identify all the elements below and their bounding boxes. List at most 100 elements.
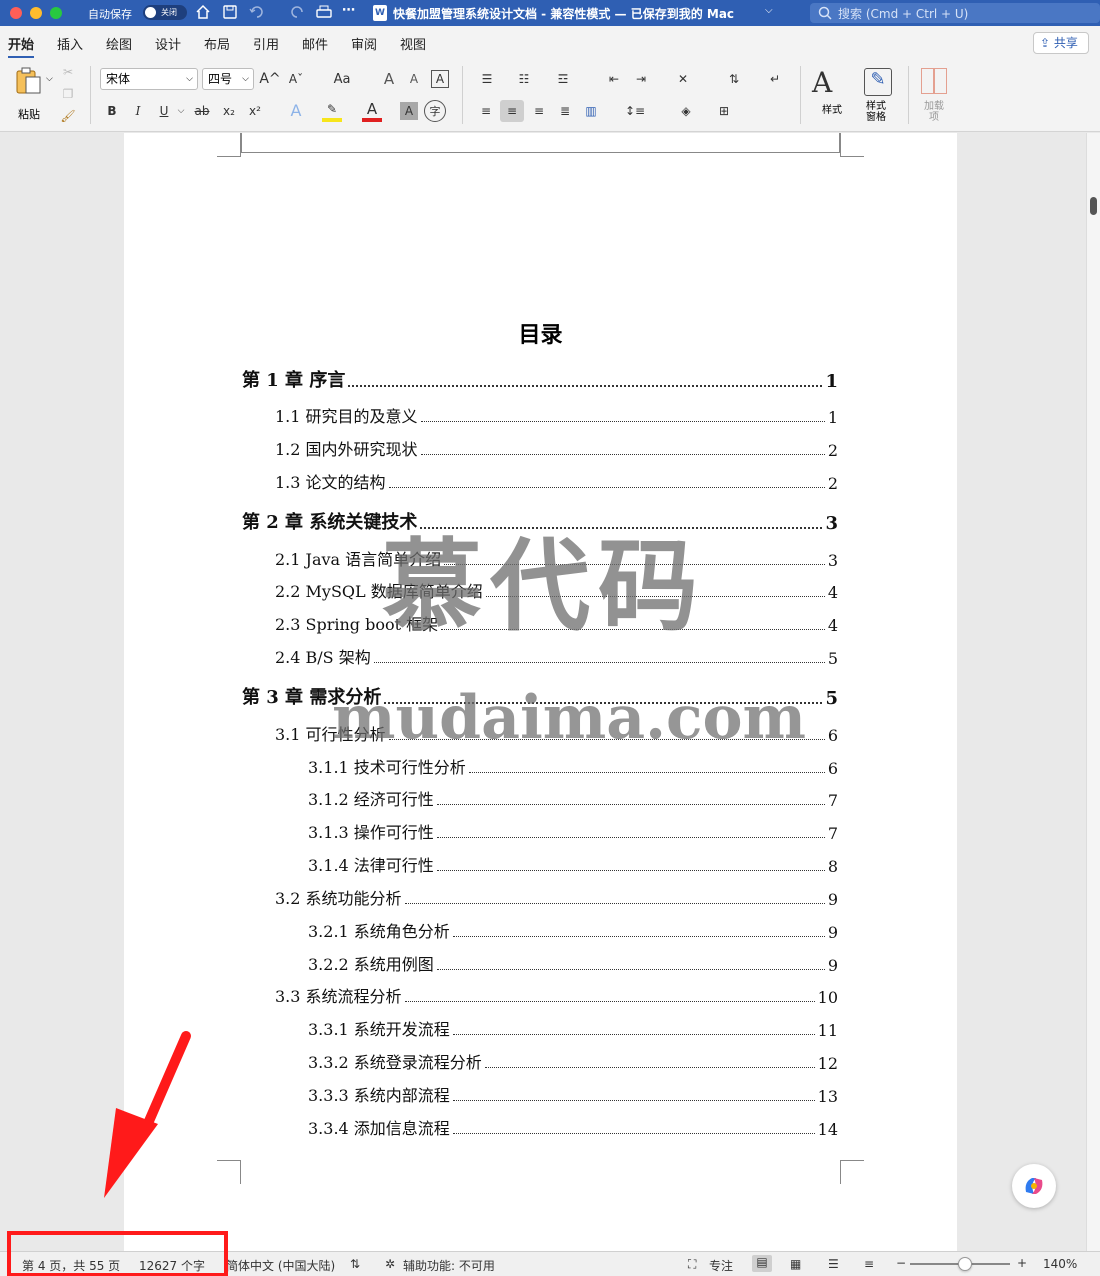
accessibility-status[interactable]: 辅助功能: 不可用 — [403, 1257, 495, 1274]
word-count[interactable]: 12627 个字 — [139, 1257, 205, 1274]
title-chevron-down-icon[interactable]: ⌵ — [765, 5, 773, 16]
subscript-button[interactable]: x₂ — [220, 102, 238, 120]
tab-references[interactable]: 引用 — [253, 34, 279, 53]
tab-draw[interactable]: 绘图 — [106, 34, 132, 53]
toc-section-entry[interactable]: 3.3.3 系统内部流程 13 — [308, 1084, 838, 1106]
font-color-icon[interactable]: A — [362, 100, 382, 122]
char-shading-icon[interactable]: A — [400, 102, 418, 120]
outline-icon[interactable]: ☰ — [828, 1257, 839, 1271]
text-effects-icon[interactable]: A — [286, 100, 306, 120]
draft-icon[interactable]: ≡ — [864, 1257, 874, 1271]
numbering-icon[interactable]: ☷ — [512, 70, 536, 88]
more-icon[interactable]: ⋯ — [342, 3, 355, 18]
redo-icon[interactable] — [289, 4, 305, 20]
char-border-button[interactable]: A — [431, 70, 449, 88]
font-name-select[interactable]: 宋体 ⌵ — [100, 68, 198, 90]
print-layout-icon[interactable]: ▤ — [752, 1255, 772, 1272]
page-count[interactable]: 第 4 页，共 55 页 — [22, 1257, 120, 1274]
underline-button[interactable]: U — [156, 102, 172, 120]
zoom-in-button[interactable]: + — [1017, 1256, 1027, 1270]
toc-section-entry[interactable]: 3.2 系统功能分析 9 — [275, 887, 838, 909]
clear-format-icon[interactable]: A — [379, 70, 399, 88]
toc-section-entry[interactable]: 3.1.4 法律可行性 8 — [308, 854, 838, 876]
search-input[interactable]: 搜索 (Cmd + Ctrl + U) — [838, 5, 968, 22]
shading-icon[interactable]: ◈ — [674, 102, 698, 120]
superscript-button[interactable]: x² — [246, 102, 264, 120]
toc-chapter-entry[interactable]: 第 1 章 序言 1 — [242, 366, 838, 392]
tab-home[interactable]: 开始 — [8, 34, 35, 59]
copilot-button[interactable] — [1012, 1164, 1056, 1208]
zoom-window-button[interactable] — [50, 7, 62, 19]
show-marks-icon[interactable]: ↵ — [764, 70, 786, 88]
toc-section-entry[interactable]: 3.3.2 系统登录流程分析 12 — [308, 1051, 838, 1073]
toc-section-entry[interactable]: 3.2.1 系统角色分析 9 — [308, 920, 838, 942]
vertical-scrollbar[interactable] — [1086, 133, 1100, 1251]
grow-font-button[interactable]: A^ — [259, 70, 280, 88]
font-size-select[interactable]: 四号 ⌵ — [202, 68, 254, 90]
zoom-slider[interactable] — [910, 1257, 1010, 1271]
align-center-icon[interactable]: ≡ — [500, 100, 524, 122]
copy-icon[interactable]: ❐ — [60, 86, 76, 102]
save-icon[interactable] — [222, 4, 238, 20]
zoom-level[interactable]: 140% — [1043, 1257, 1077, 1271]
align-right-icon[interactable]: ≡ — [528, 102, 550, 120]
track-changes-icon[interactable]: ⇅ — [350, 1257, 360, 1271]
phonetic-guide-icon[interactable]: A — [404, 70, 424, 88]
print-icon[interactable] — [315, 4, 333, 20]
shrink-font-button[interactable]: Aˇ — [286, 70, 306, 88]
paste-chevron-down-icon[interactable]: ⌵ — [46, 74, 53, 84]
document-page[interactable]: 目录 第 1 章 序言 1 1.1 研究目的及意义 1 1.2 国内外研究现状 2 1.3 … — [124, 133, 957, 1251]
enclose-char-icon[interactable]: 字 — [424, 100, 446, 122]
language-indicator[interactable]: 简体中文 (中国大陆) — [226, 1257, 335, 1274]
autosave-toggle[interactable]: 关闭 — [143, 5, 187, 20]
strikethrough-button[interactable]: ab — [192, 102, 212, 120]
search-box[interactable]: 搜索 (Cmd + Ctrl + U) — [810, 3, 1100, 23]
tab-view[interactable]: 视图 — [400, 34, 426, 53]
toc-section-entry[interactable]: 3.1.2 经济可行性 7 — [308, 788, 838, 810]
toc-section-entry[interactable]: 1.3 论文的结构 2 — [275, 471, 838, 493]
tab-layout[interactable]: 布局 — [204, 34, 230, 53]
toc-section-entry[interactable]: 3.3.1 系统开发流程 11 — [308, 1018, 838, 1040]
line-spacing-icon[interactable]: ↕≡ — [620, 102, 650, 120]
toc-section-entry[interactable]: 3.1.3 操作可行性 7 — [308, 821, 838, 843]
distribute-icon[interactable]: ▥ — [580, 102, 602, 120]
text-direction-icon[interactable]: ✕ — [671, 70, 695, 88]
web-layout-icon[interactable]: ▦ — [790, 1257, 801, 1271]
document-area[interactable]: 目录 第 1 章 序言 1 1.1 研究目的及意义 1 1.2 国内外研究现状 2 1.3 … — [0, 133, 1086, 1251]
zoom-slider-thumb[interactable] — [958, 1257, 972, 1271]
toc-section-entry[interactable]: 3.3.4 添加信息流程 14 — [308, 1117, 838, 1139]
styles-pane-button[interactable]: ✎ 样式 窗格 — [860, 66, 900, 126]
bullets-icon[interactable]: ☰ — [475, 70, 499, 88]
toc-section-entry[interactable]: 3.2.2 系统用例图 9 — [308, 953, 838, 975]
minimize-window-button[interactable] — [30, 7, 42, 19]
tab-design[interactable]: 设计 — [155, 34, 181, 53]
decrease-indent-icon[interactable]: ⇤ — [603, 70, 625, 88]
paste-button[interactable]: ⌵ 粘贴 — [12, 66, 53, 122]
undo-icon[interactable] — [249, 4, 271, 20]
italic-button[interactable]: I — [130, 102, 146, 120]
change-case-button[interactable]: Aa — [326, 70, 358, 88]
toc-section-entry[interactable]: 3.1.1 技术可行性分析 6 — [308, 756, 838, 778]
bold-button[interactable]: B — [104, 102, 120, 120]
close-window-button[interactable] — [10, 7, 22, 19]
tab-mailings[interactable]: 邮件 — [302, 34, 328, 53]
zoom-out-button[interactable]: − — [896, 1256, 906, 1270]
multilevel-list-icon[interactable]: ☲ — [551, 70, 575, 88]
addins-button[interactable]: 加载 项 — [916, 66, 952, 126]
toc-section-entry[interactable]: 3.3 系统流程分析 10 — [275, 985, 838, 1007]
increase-indent-icon[interactable]: ⇥ — [630, 70, 652, 88]
sort-icon[interactable]: ⇅ — [723, 70, 745, 88]
scrollbar-thumb[interactable] — [1090, 197, 1097, 215]
borders-icon[interactable]: ⊞ — [712, 102, 736, 120]
focus-button[interactable]: 专注 — [709, 1257, 733, 1274]
format-painter-icon[interactable]: 🖌 — [60, 108, 76, 124]
justify-icon[interactable]: ≣ — [554, 102, 576, 120]
tab-review[interactable]: 审阅 — [351, 34, 377, 53]
styles-button[interactable]: A 样式 — [810, 66, 856, 126]
underline-chevron-down-icon[interactable]: ⌵ — [176, 102, 186, 120]
toc-section-entry[interactable]: 1.1 研究目的及意义 1 — [275, 405, 838, 427]
home-icon[interactable] — [195, 4, 211, 20]
align-left-icon[interactable]: ≡ — [475, 102, 497, 120]
highlight-icon[interactable]: ✎ — [322, 100, 342, 122]
cut-icon[interactable]: ✂ — [60, 64, 76, 80]
